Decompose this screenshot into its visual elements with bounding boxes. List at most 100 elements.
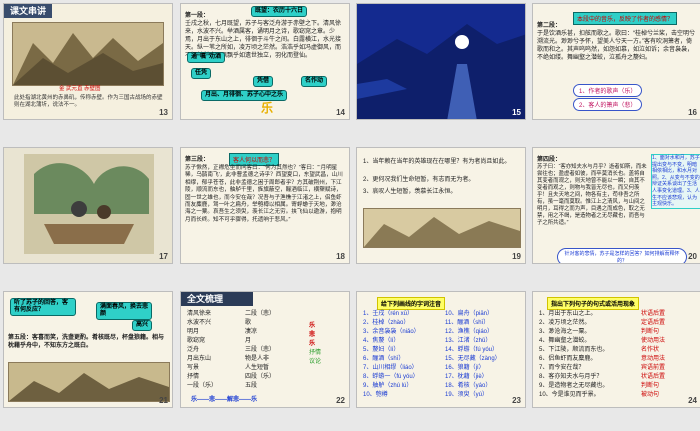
structure-item: 五段 [245,383,258,389]
slide-21[interactable]: 听了苏子的回答，客有何反应？ 满面春风，换去悲颜 高兴 第五段：客喜而笑，洗盏更… [3,291,173,408]
sentence-list: 1、月出于东山之上。 2、凌万顷之茫然。 3、渺沧海之一粟。 4、舞幽壑之潜蛟。… [539,310,631,400]
annotation-bubble: 月出、月徘徊、苏子心中之乐 [201,90,288,101]
answer-tag: 状语后置 [641,374,666,380]
list-item: 7、而今安在哉？ [539,365,585,371]
slide-13[interactable]: 课文串讲 金 武元直 赤壁图 此处指湖北黄州的赤鼻矶，传称赤壁。作为三国古战场的… [3,3,173,120]
structure-left: 清风徐来 水波不兴 明月 歌窈窕 泛舟 月出东山 写景 抒情 一段（乐） [187,310,242,391]
list-item: 10、匏樽 [363,392,388,398]
list-item: 4、焦嫠（lí） [363,338,400,344]
answer-pill: 1、作者的歌声（乐） [573,84,643,97]
emotion-item: 抒情 [309,350,322,356]
answer-tag: 判断句 [641,383,660,389]
slide-24[interactable]: 指出下列句子的句式或活用现象 1、月出于东山之上。 2、凌万顷之茫然。 3、渺沧… [532,291,700,408]
annotation-bubble: 任凭 [191,68,212,79]
list-item: 1、壬戌（rén xū） [363,311,414,317]
list-item: 18、肴核（yáo） [445,383,492,389]
list-item: 9、舳舻（zhú lú） [363,383,413,389]
slide-number: 22 [336,396,345,405]
structure-item: 二段（悲） [245,311,276,317]
answer-tag: 名作状 [641,347,660,353]
list-item: 16、狼籍（jí） [445,365,485,371]
slide-16[interactable]: 第二段： 本段中的音乐，反映了作者的感情？ 于是饮酒乐甚，扣舷而歌之。歌曰：“桂… [532,3,700,120]
list-item: 6、侣鱼虾而友麋鹿。 [539,356,597,362]
structure-item: 泛舟 [187,347,200,353]
side-notes: 1、面对水和月，苏子提出变与不变，明暗相依相比，和水月对照。2、从变与不变的辩证… [651,154,700,209]
answer-pill: 2、客人的箫声（悲） [573,98,643,111]
structure-item: 明月 [187,329,200,335]
paragraph-text: 第五段：客喜而笑，洗盏更酌。肴核既尽，杯盘狼籍。相与枕藉乎舟中，不知东方之既白。 [8,335,165,349]
list-item: 4、舞幽壑之潜蛟。 [539,338,591,344]
list-item: 17、枕藉（jiè） [445,374,488,380]
paragraph-text: 于是饮酒乐甚，扣舷而歌之。歌曰：“桂棹兮兰桨，击空明兮溯流光。渺渺兮予怀，望美人… [537,31,695,61]
structure-item: 四段（乐） [245,374,276,380]
slide-heading: 给下列画线的字词注音 [377,297,446,310]
list-item: 13、江渚（zhǔ） [445,338,492,344]
slide-number: 17 [159,252,168,261]
structure-item: 写景 [187,365,200,371]
question-bubble: 听了苏子的回答，客有何反应？ [10,298,76,316]
list-item: 14、蜉蝣（fú yóu） [445,347,499,353]
moonlit-river-image [357,4,525,119]
slide-title: 课文串讲 [4,4,53,18]
paragraph-heading: 第四段： [537,157,562,163]
slide-number: 13 [159,108,168,117]
emotion-item: 乐 [309,341,316,347]
answer-tags: 状语后置 定语后置 判断句 使动用法 名作状 意动用法 宾语前置 状语后置 判断… [641,310,699,400]
question-pill: 针对客的悲情，苏子是怎样的回答？如何排解而释怀的？ [557,248,687,263]
list-item: 15、无尽藏（zàng） [445,356,501,362]
slide-23[interactable]: 给下列画线的字词注音 1、壬戌（rén xū） 2、桂棹（zhào） 3、余音袅… [356,291,526,408]
structure-item: 清风徐来 [187,311,212,317]
paragraph-text: 苏子曰：“客亦知夫水与月乎？逝者如斯，而未尝往也；盈虚者如彼，而卒莫消长也。盖将… [537,164,647,226]
list-item: 8、客亦知夫水与月乎？ [539,374,603,380]
slide-number: 19 [512,252,521,261]
list-item: 12、渔樵（qiáo） [445,329,494,335]
slide-caption: 此处指湖北黄州的赤鼻矶，传称赤壁。作为三国古战场的赤壁则在湖北蒲圻，说法不一。 [14,95,163,108]
emotion-item: 悲 [309,332,316,338]
answer-tag: 宾语前置 [641,365,666,371]
answer-tag: 判断句 [641,329,660,335]
emotion-item: 议论 [309,359,322,365]
slide-15[interactable]: 15 [356,3,526,120]
slide-20[interactable]: 第四段： 苏子曰：“客亦知夫水与月乎？逝者如斯，而未尝往也；盈虚者如彼，而卒莫消… [532,147,700,264]
answer-bubble: 满面春风，换去悲颜 [96,302,152,320]
structure-item: 物是人非 [245,356,270,362]
answer-tag: 状语后置 [641,311,666,317]
structure-item: 月 [245,338,252,344]
structure-item: 一段（乐） [187,383,218,389]
slide-number: 24 [688,396,697,405]
slide-number: 14 [336,108,345,117]
structure-item: 月出东山 [187,356,212,362]
slide-19[interactable]: 1、当年赖在当年的英雄现在在哪里？有为者尚且如此。 2、更何况我们生命短暂，有志… [356,147,526,264]
paragraph-heading: 第三段： [185,157,210,163]
list-item: 3、渺沧海之一粟。 [539,329,591,335]
slide-number: 23 [512,396,521,405]
slide-heading: 指出下列句子的句式或活用现象 [547,297,640,310]
list-item: 10、扁舟（piān） [445,311,494,317]
structure-middle: 二段（悲） 歌 凄凉 月 三段（悲） 物是人非 人生短暂 四段（乐） 五段 [245,310,300,391]
painting-label: 金 武元直 赤壁图 [59,86,101,92]
paragraph-heading: 第二段： [537,23,562,29]
list-item: 2、更何况我们生命短暂，有志而无为者。 [363,177,475,183]
structure-item: 凄凉 [245,329,258,335]
question-note: 本段中的音乐，反映了作者的感情？ [573,12,678,25]
list-item: 3、余音袅袅（niǎo） [363,329,420,335]
structure-item: 歌窈窕 [187,338,206,344]
list-item: 11、酾酒（shī） [445,320,490,326]
annotation-bubble: 凭借 [253,76,274,87]
paragraph-heading: 第一段： [185,13,210,19]
scroll-painting [8,362,170,402]
slide-22[interactable]: 全文梳理 清风徐来 水波不兴 明月 歌窈窕 泛舟 月出东山 写景 抒情 一段（乐… [180,291,350,408]
slide-number: 21 [159,396,168,405]
answer-tag: 意动用法 [641,356,666,362]
structure-item: 水波不兴 [187,320,212,326]
slide-14[interactable]: 第一段： 壬戌之秋，七月既望，苏子与客泛舟游于赤壁之下。清风徐来，水波不兴。举酒… [180,3,350,120]
structure-item: 人生短暂 [245,365,270,371]
scroll-painting [363,208,521,248]
list-item: 7、山川相缪（liáo） [363,365,418,371]
structure-item: 歌 [245,320,252,326]
slide-number: 16 [688,108,697,117]
structure-item: 三段（悲） [245,347,276,353]
slide-18[interactable]: 第三段： 客人何以而悲？ 苏子愀然，正襟危坐而问客曰：“何为其然也？”客曰：“‘… [180,147,350,264]
slide-17[interactable]: 17 [3,147,173,264]
list-item: 10、今是谁见而乎景。 [539,392,600,398]
